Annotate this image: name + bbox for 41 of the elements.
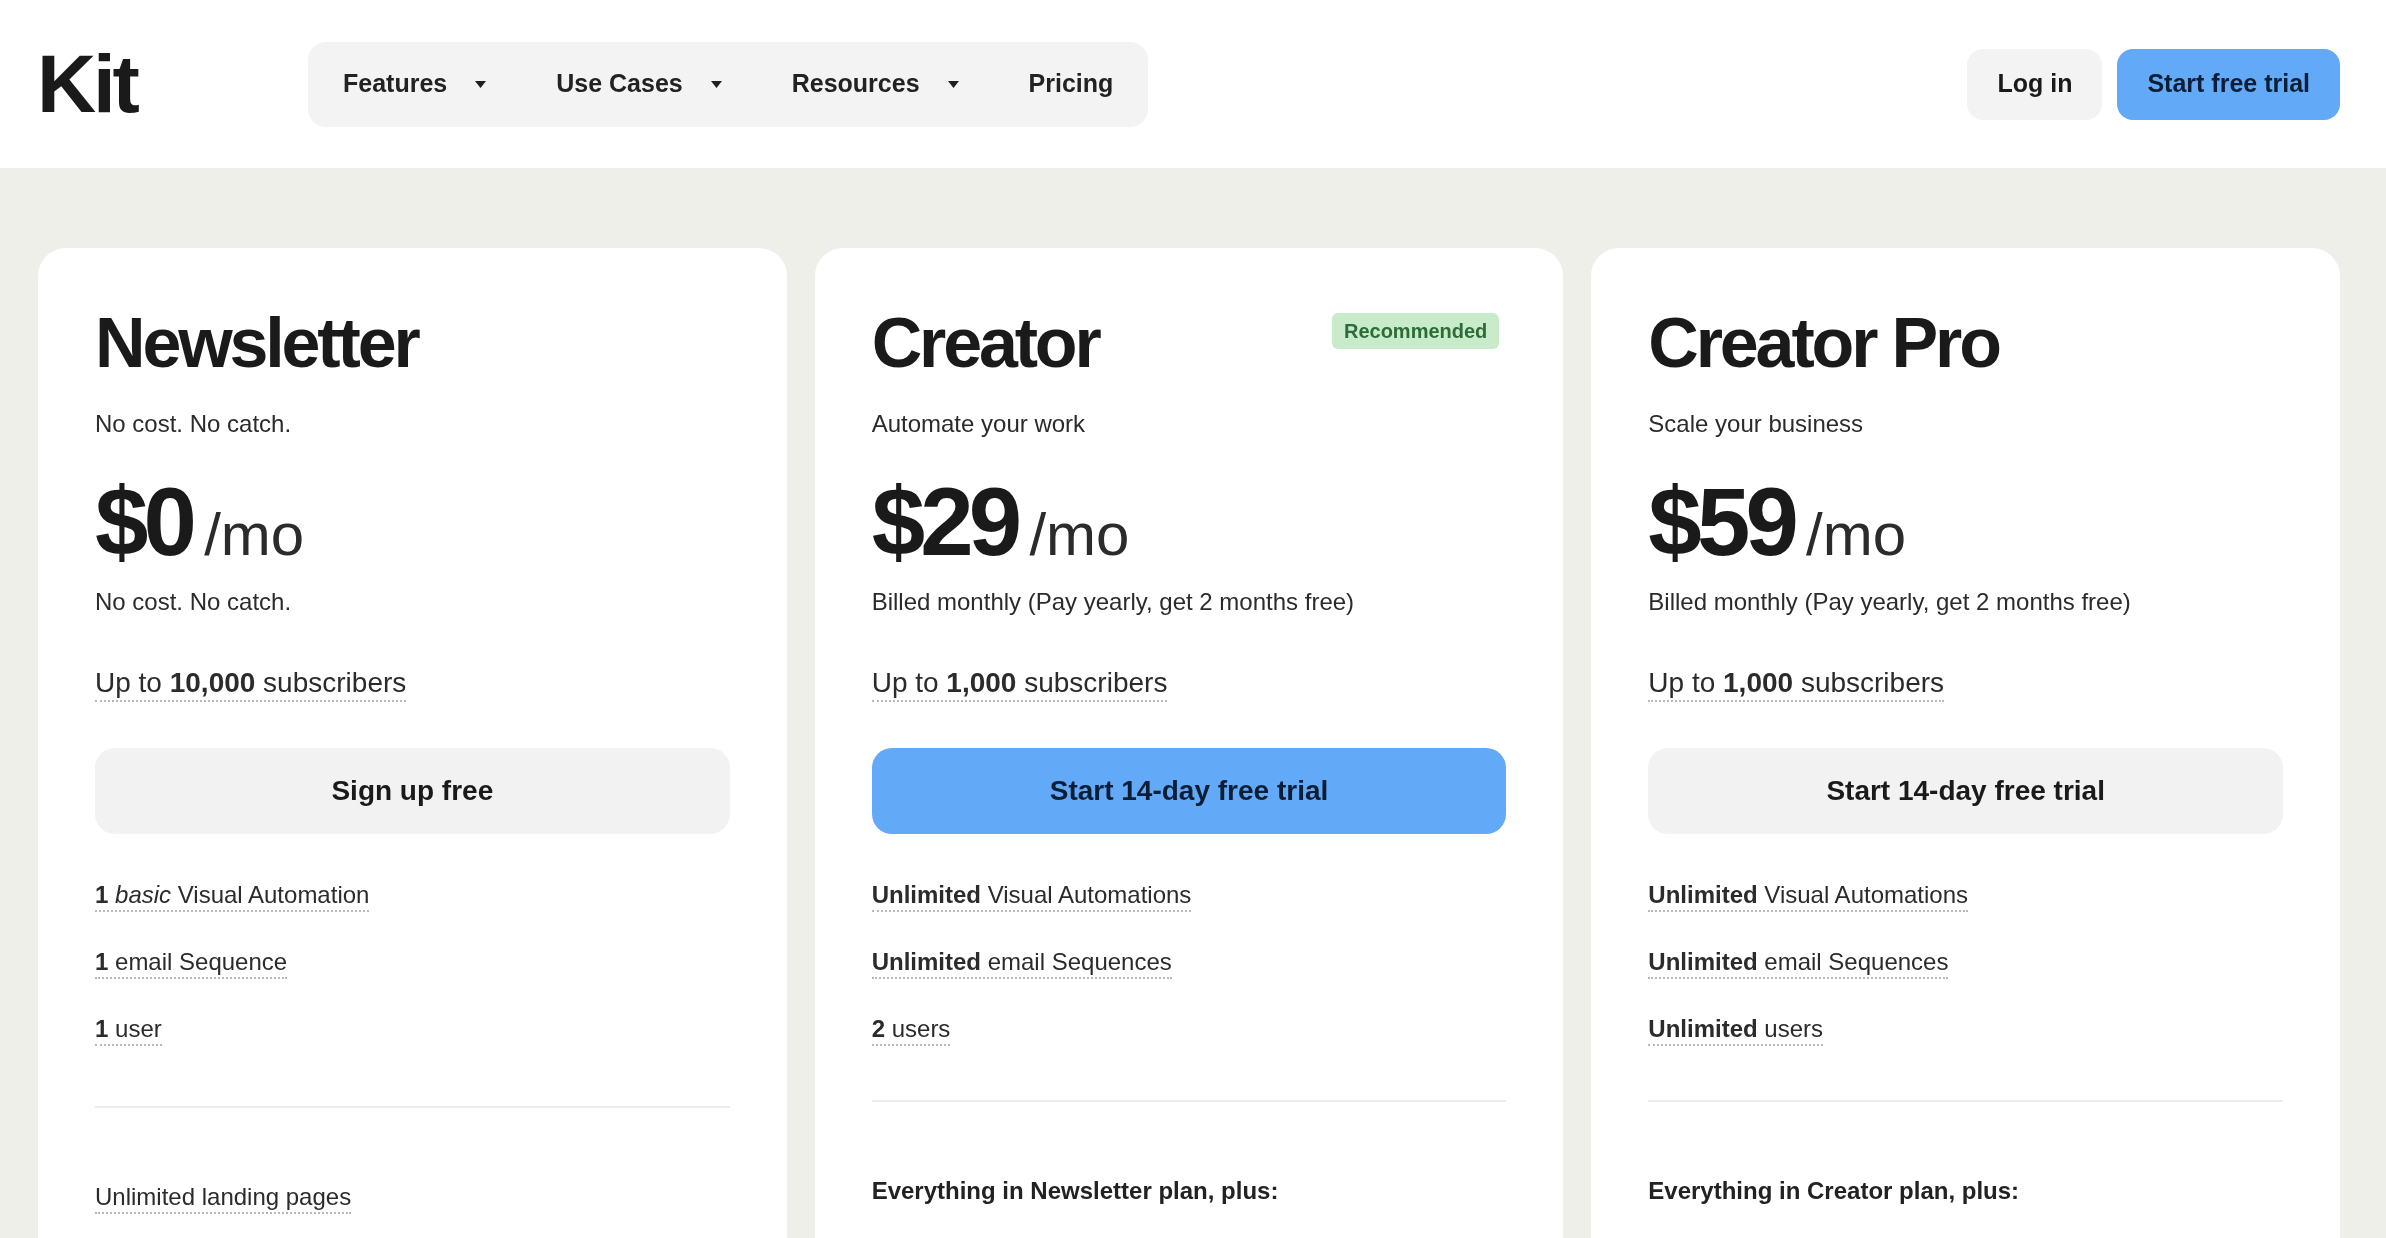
section-heading: Everything in Creator plan, plus: — [1648, 1176, 2020, 1206]
nav-item[interactable]: Resources — [791, 65, 959, 103]
plan-badge: Recommended — [1331, 313, 1500, 349]
feature-text: Unlimited Visual Automations — [1648, 880, 1969, 912]
plan-tagline: No cost. No catch. — [95, 409, 293, 439]
price-period: /mo — [204, 505, 305, 565]
subscriber-limit: Up to 1,000 subscribers — [1648, 666, 1945, 702]
feature-text: Unlimited email Sequences — [871, 947, 1172, 979]
plan-tagline: Automate your work — [871, 409, 1087, 439]
feature-text: Unlimited users — [1648, 1014, 1824, 1046]
plan-cta-button[interactable]: Start 14-day free trial — [871, 748, 1507, 834]
plan-cta-button[interactable]: Sign up free — [95, 748, 730, 834]
nav-item[interactable]: Pricing — [1028, 65, 1114, 103]
price-note: Billed monthly (Pay yearly, get 2 months free) — [871, 587, 1356, 617]
price-note: Billed monthly (Pay yearly, get 2 months free) — [1648, 587, 2132, 617]
plan-tagline: Scale your business — [1648, 409, 1865, 439]
price-period: /mo — [1029, 505, 1130, 565]
nav-item[interactable]: Use Cases — [556, 65, 722, 103]
feature-text: Unlimited Visual Automations — [871, 880, 1192, 912]
plan-cta-button[interactable]: Start 14-day free trial — [1648, 748, 2283, 834]
price-period: /mo — [1806, 505, 1907, 565]
plan-name: Creator — [871, 308, 1099, 378]
nav-item[interactable]: Features — [343, 65, 487, 103]
feature-text: 1 basic Visual Automation — [95, 880, 370, 912]
logo[interactable]: Kit — [37, 43, 137, 125]
subscriber-limit: Up to 10,000 subscribers — [95, 666, 407, 702]
feature-text: Unlimited email Sequences — [1648, 947, 1949, 979]
price-note: No cost. No catch. — [95, 587, 293, 617]
feature-text: 1 email Sequence — [95, 947, 288, 979]
start-trial-button[interactable]: Start free trial — [2117, 48, 2340, 120]
feature-text: Unlimited landing pages — [95, 1182, 352, 1214]
section-heading: Everything in Newsletter plan, plus: — [871, 1176, 1279, 1206]
subscriber-limit: Up to 1,000 subscribers — [871, 666, 1168, 702]
plan-price: $29 — [871, 474, 1018, 570]
plan-price: $0 — [95, 474, 193, 570]
plan-name: Creator Pro — [1648, 308, 1999, 378]
plan-name: Newsletter — [95, 308, 418, 378]
login-button[interactable]: Log in — [1967, 48, 2103, 120]
plan-price: $59 — [1648, 474, 1795, 570]
feature-text: 1 user — [95, 1014, 162, 1046]
feature-text: 2 users — [871, 1014, 951, 1046]
